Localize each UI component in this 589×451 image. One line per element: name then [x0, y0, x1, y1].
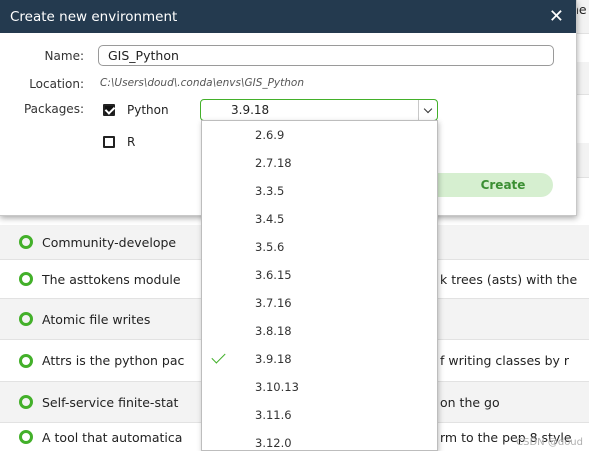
- chevron-down-icon[interactable]: [418, 100, 437, 120]
- package-description-tail: f writing classes by r: [440, 353, 570, 368]
- version-option[interactable]: 3.3.5: [202, 177, 437, 205]
- package-description: Atomic file writes: [42, 311, 151, 327]
- location-path: C:\Users\doud\.conda\envs\GIS_Python: [100, 77, 305, 89]
- python-label: Python: [127, 103, 169, 117]
- package-description: Community-develope: [42, 234, 177, 250]
- version-option[interactable]: 3.6.15: [202, 261, 437, 289]
- version-option[interactable]: 3.7.16: [202, 289, 437, 317]
- dialog-titlebar: Create new environment ✕: [0, 0, 576, 33]
- version-option[interactable]: 3.11.6: [202, 401, 437, 429]
- version-option[interactable]: 3.10.13: [202, 373, 437, 401]
- python-version-select[interactable]: 3.9.18: [200, 99, 438, 121]
- version-option[interactable]: 3.5.6: [202, 233, 437, 261]
- r-label: R: [127, 135, 136, 149]
- version-option-selected[interactable]: 3.9.18: [202, 345, 437, 373]
- name-label: Name:: [44, 49, 84, 63]
- package-description: The asttokens module: [42, 271, 181, 287]
- location-label: Location:: [29, 77, 84, 91]
- python-version-value: 3.9.18: [231, 103, 270, 117]
- version-option[interactable]: 3.8.18: [202, 317, 437, 345]
- package-description-tail: k trees (asts) with the: [440, 271, 578, 287]
- name-input[interactable]: [98, 45, 554, 66]
- version-option[interactable]: 3.4.5: [202, 205, 437, 233]
- package-status-icon: [19, 235, 33, 249]
- python-checkbox[interactable]: [103, 104, 115, 116]
- checkmark-icon: [211, 349, 226, 364]
- close-icon[interactable]: ✕: [549, 7, 564, 26]
- package-status-icon: [19, 312, 33, 326]
- watermark: CSDN @doud: [516, 437, 583, 448]
- version-option[interactable]: 2.7.18: [202, 149, 437, 177]
- r-checkbox[interactable]: [103, 136, 115, 148]
- package-description-tail: on the go: [440, 394, 500, 410]
- create-button-label: Create: [480, 178, 526, 192]
- packages-label: Packages:: [23, 102, 84, 116]
- package-status-icon: [19, 395, 33, 409]
- version-option[interactable]: 3.12.0: [202, 429, 437, 450]
- package-description: Attrs is the python pac: [42, 353, 185, 368]
- package-status-icon: [19, 430, 33, 444]
- package-description: A tool that automatica: [42, 429, 183, 445]
- dialog-title: Create new environment: [10, 8, 178, 25]
- python-version-dropdown: 2.6.9 2.7.18 3.3.5 3.4.5 3.5.6 3.6.15 3.…: [201, 120, 438, 451]
- version-option[interactable]: 2.6.9: [202, 121, 437, 149]
- package-status-icon: [19, 353, 33, 368]
- package-status-icon: [19, 272, 33, 286]
- package-description: Self-service finite-stat: [42, 394, 179, 410]
